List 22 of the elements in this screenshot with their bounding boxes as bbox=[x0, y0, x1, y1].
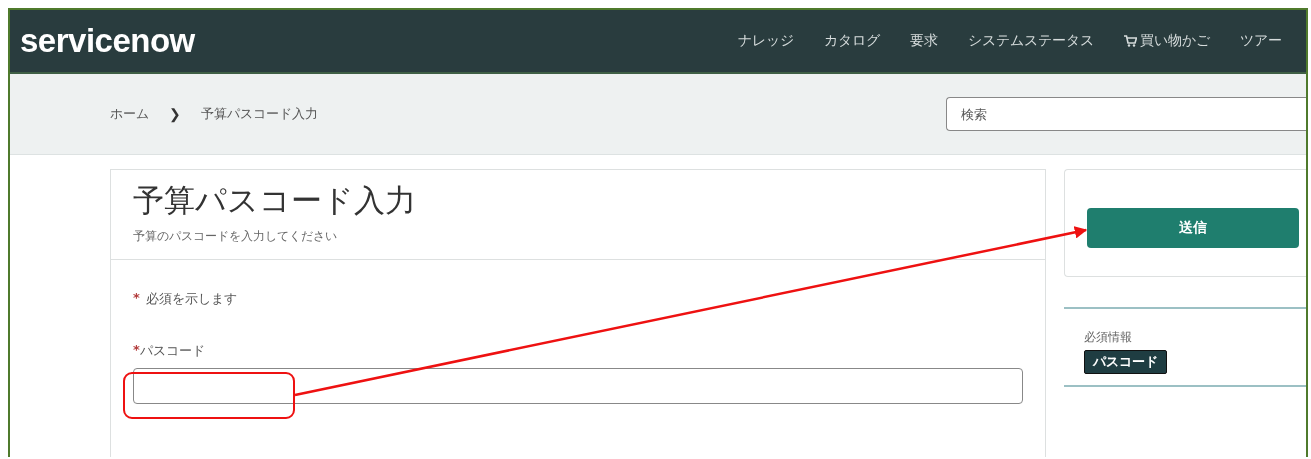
cart-link[interactable]: 買い物かご bbox=[1124, 32, 1210, 50]
logo[interactable]: servicenow bbox=[20, 22, 195, 60]
required-tag: パスコード bbox=[1084, 350, 1167, 374]
required-asterisk: * bbox=[133, 290, 140, 307]
required-asterisk: * bbox=[133, 342, 140, 359]
nav-link[interactable]: ツアー bbox=[1240, 32, 1282, 50]
nav-link[interactable]: カタログ bbox=[824, 32, 880, 50]
required-info-label: 必須情報 bbox=[1084, 329, 1133, 346]
form-subtitle: 予算のパスコードを入力してください bbox=[133, 228, 338, 245]
breadcrumb-current[interactable]: 予算パスコード入力 bbox=[200, 105, 318, 123]
passcode-field[interactable] bbox=[133, 368, 1023, 404]
cart-icon bbox=[1124, 35, 1137, 47]
field-label: パスコード bbox=[139, 342, 205, 360]
breadcrumb-separator: ❯ bbox=[169, 106, 181, 122]
nav-link[interactable]: ナレッジ bbox=[738, 32, 794, 50]
form-title: 予算パスコード入力 bbox=[133, 181, 417, 220]
required-note: 必須を示します bbox=[145, 290, 237, 308]
breadcrumb-link[interactable]: ホーム bbox=[110, 105, 149, 123]
search-field[interactable]: 検索 bbox=[946, 97, 1306, 131]
nav-link[interactable]: システムステータス bbox=[968, 32, 1094, 50]
nav-link[interactable]: 要求 bbox=[910, 32, 938, 50]
submit-button[interactable]: 送信 bbox=[1087, 208, 1299, 248]
